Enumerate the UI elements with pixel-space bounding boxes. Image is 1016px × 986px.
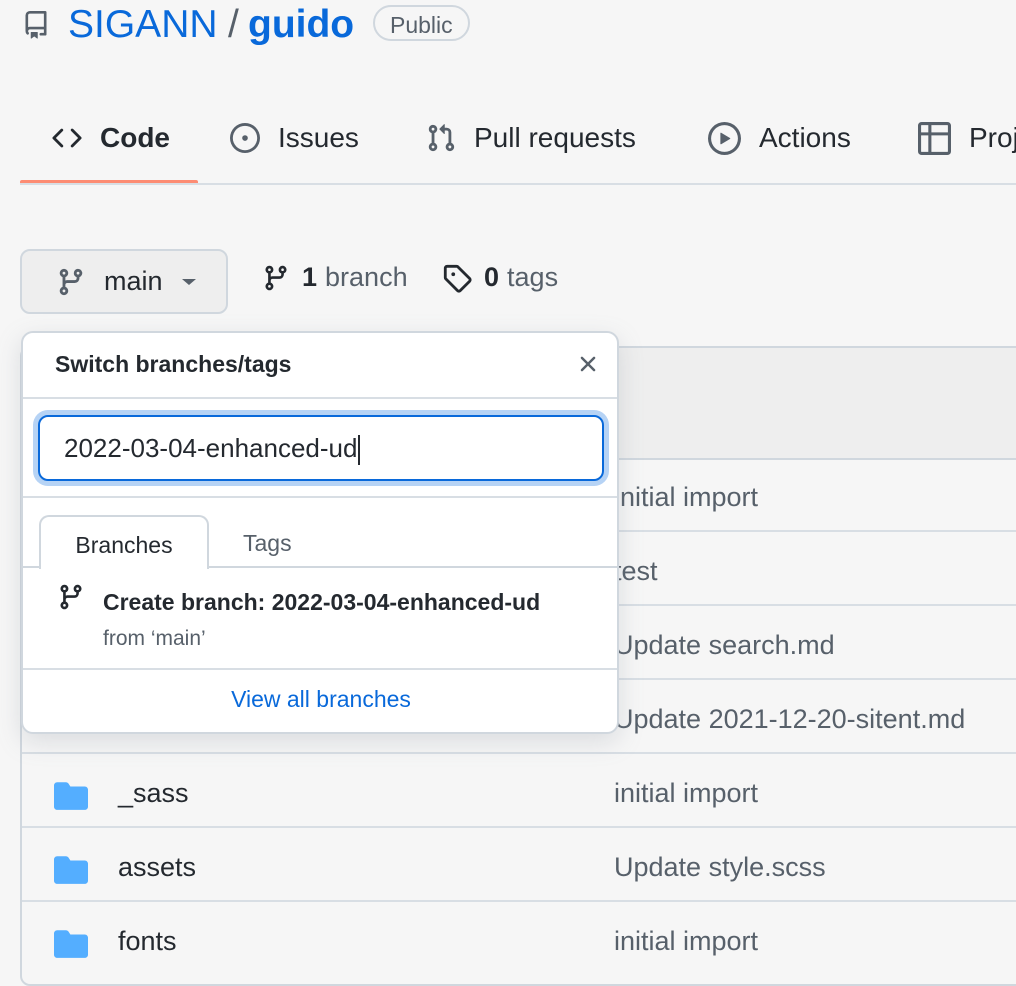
tag-count: 0: [484, 262, 500, 292]
commit-message-link[interactable]: initial import: [614, 926, 758, 957]
dropdown-title: Switch branches/tags: [55, 351, 292, 377]
play-icon: [708, 121, 741, 155]
branch-icon: [265, 265, 287, 290]
tab-projects[interactable]: Proj: [918, 112, 1016, 164]
pull-request-icon: [428, 124, 455, 152]
row-divider: [22, 826, 1016, 828]
tab-label: Issues: [278, 122, 359, 153]
text-cursor: [358, 435, 361, 466]
dropdown-divider: [23, 397, 617, 399]
tab-label: Proj: [969, 122, 1016, 153]
tab-label: Code: [100, 122, 170, 153]
tabnav-divider: [20, 183, 1016, 185]
file-name-link[interactable]: fonts: [118, 926, 177, 957]
tags-link[interactable]: 0 tags: [442, 262, 558, 293]
branch-count: 1: [302, 262, 318, 292]
tab-label: Actions: [759, 122, 851, 153]
folder-icon: [54, 782, 88, 810]
commit-message-link[interactable]: Update search.md: [614, 630, 835, 661]
repo-path-separator: /: [228, 3, 239, 46]
branch-icon: [60, 584, 82, 610]
repo-owner-link[interactable]: SIGANN: [68, 2, 218, 48]
branch-filter-input[interactable]: 2022-03-04-enhanced-ud: [38, 415, 604, 481]
table-icon: [918, 121, 951, 155]
commit-message-link[interactable]: Update style.scss: [614, 852, 826, 883]
folder-icon: [54, 856, 88, 884]
repo-icon: [25, 11, 47, 39]
create-branch-source: from ‘main’: [103, 627, 206, 650]
tab-tags[interactable]: Tags: [243, 515, 292, 569]
issue-icon: [230, 123, 260, 153]
current-branch-label: main: [104, 266, 163, 296]
create-branch-option[interactable]: Create branch: 2022-03-04-enhanced-ud: [103, 589, 540, 616]
caret-down-icon: [181, 278, 196, 285]
visibility-badge: Public: [373, 5, 470, 41]
commit-message-link[interactable]: initial import: [614, 778, 758, 809]
branch-switcher-dropdown: Switch branches/tags 2022-03-04-enhanced…: [21, 331, 619, 734]
commit-message-link[interactable]: Update 2021-12-20-sitent.md: [614, 704, 965, 735]
file-name-link[interactable]: assets: [118, 852, 196, 883]
tab-branches[interactable]: Branches: [39, 515, 209, 569]
view-all-branches-link[interactable]: View all branches: [23, 686, 617, 713]
repo-name-link[interactable]: guido: [248, 2, 354, 48]
tag-icon: [443, 264, 472, 293]
branch-select-button[interactable]: main: [20, 249, 228, 314]
tab-label: Pull requests: [474, 122, 636, 153]
commit-message-link[interactable]: initial import: [614, 482, 758, 513]
row-divider: [22, 900, 1016, 902]
commit-message-link[interactable]: test: [614, 556, 658, 587]
folder-icon: [54, 930, 88, 958]
branches-link[interactable]: 1 branch: [262, 262, 408, 293]
tab-code[interactable]: Code: [52, 112, 170, 164]
tab-actions[interactable]: Actions: [708, 112, 851, 164]
dropdown-divider: [23, 496, 617, 498]
dropdown-divider: [23, 668, 617, 670]
tab-pull-requests[interactable]: Pull requests: [426, 112, 636, 164]
tab-issues[interactable]: Issues: [230, 112, 359, 164]
code-icon: [52, 128, 82, 148]
branch-icon: [59, 268, 83, 295]
tag-word: tags: [507, 262, 559, 292]
row-divider: [22, 752, 1016, 754]
branch-word: branch: [325, 262, 408, 292]
file-name-link[interactable]: _sass: [118, 778, 189, 809]
filter-input-value: 2022-03-04-enhanced-ud: [64, 433, 358, 463]
close-icon[interactable]: [575, 351, 601, 377]
